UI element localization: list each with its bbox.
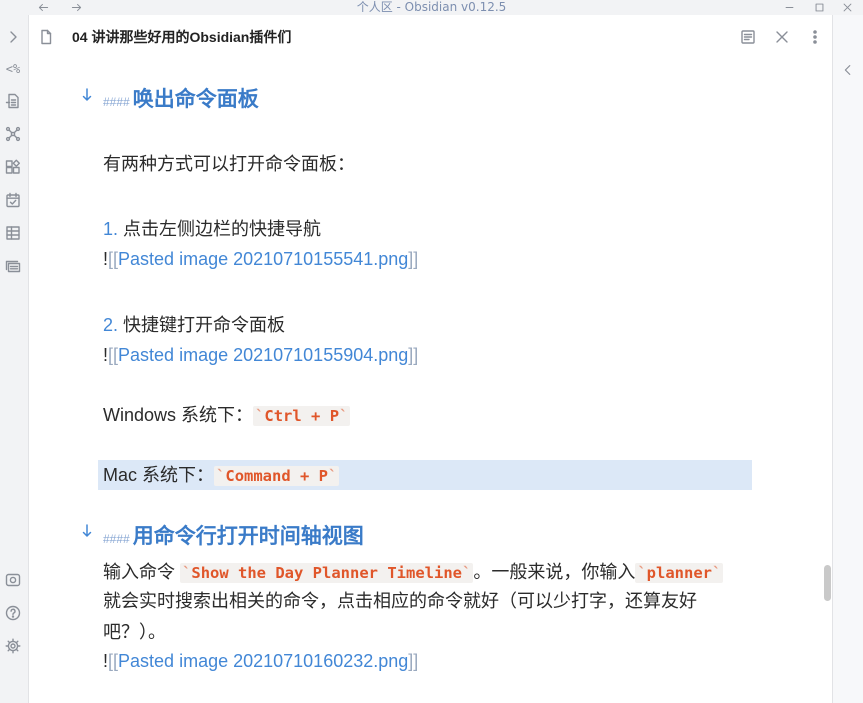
code-text: Command + P	[225, 467, 329, 485]
paragraph-line-3[interactable]: 吧？）。	[103, 617, 166, 647]
view-header: 04 讲讲那些好用的Obsidian插件们	[29, 15, 832, 59]
list-item-1[interactable]: 1. 点击左侧边栏的快捷导航	[103, 214, 321, 244]
image-embed-3[interactable]: ![[Pasted image 20210710160232.png]]	[103, 646, 418, 676]
expand-right-sidebar-icon[interactable]	[841, 63, 855, 77]
title-bar: 个人区 - Obsidian v0.12.5	[0, 0, 863, 15]
code-backtick: `	[182, 564, 192, 582]
open-file-icon[interactable]	[5, 93, 21, 109]
code-backtick: `	[328, 467, 338, 485]
link-close-brackets: ]]	[408, 345, 419, 365]
list-item-text: 点击左侧边栏的快捷导航	[118, 219, 322, 239]
heading-timeline-view[interactable]: #### 用命令行打开时间轴视图	[103, 520, 364, 554]
help-icon[interactable]	[5, 605, 21, 621]
fold-arrow-icon[interactable]	[82, 88, 92, 102]
graph-view-icon[interactable]	[5, 126, 21, 142]
heading-marker: ####	[103, 95, 130, 109]
heading-text: 用命令行打开时间轴视图	[132, 525, 364, 548]
paragraph-intro[interactable]: 有两种方式可以打开命令面板：	[103, 149, 355, 179]
paragraph-line-1[interactable]: 输入命令 `Show the Day Planner Timeline` 。一般来…	[103, 557, 724, 587]
embed-link-target[interactable]: Pasted image 20210710155541.png	[118, 249, 408, 269]
plugins-icon[interactable]	[5, 159, 21, 175]
inline-code: `Command + P`	[214, 466, 340, 486]
more-options-icon[interactable]	[807, 29, 823, 45]
scrollbar-thumb[interactable]	[824, 565, 831, 601]
note-title[interactable]: 04 讲讲那些好用的Obsidian插件们	[72, 15, 291, 59]
code-backtick: `	[712, 564, 722, 582]
code-text: Show the Day Planner Timeline	[191, 564, 462, 582]
mac-shortcut-line[interactable]: Mac 系统下： `Command + P`	[103, 460, 340, 490]
left-ribbon: <%	[0, 15, 29, 703]
image-embed-1[interactable]: ![[Pasted image 20210710155541.png]]	[103, 244, 418, 274]
file-icon	[41, 29, 52, 45]
windows-shortcut-line[interactable]: Windows 系统下： `Ctrl + P`	[103, 400, 351, 430]
inline-code: `planner`	[635, 563, 724, 583]
link-open-brackets: [[	[108, 651, 119, 671]
paragraph-line-2[interactable]: 就会实时搜索出相关的命令，点击相应的命令就好（可以少打字，还算友好	[103, 586, 697, 616]
list-number: 1.	[103, 219, 119, 239]
heading-marker: ####	[103, 532, 130, 546]
templater-icon[interactable]: <%	[1, 61, 25, 77]
reading-view-icon[interactable]	[740, 29, 756, 45]
list-number: 2.	[103, 315, 119, 335]
list-item-2[interactable]: 2. 快捷键打开命令面板	[103, 310, 285, 340]
inline-code: `Show the Day Planner Timeline`	[180, 563, 474, 583]
window-title: 个人区 - Obsidian v0.12.5	[356, 0, 507, 14]
text-run: 。一般来说，你输入	[473, 562, 636, 582]
code-backtick: `	[255, 407, 265, 425]
embed-link-target[interactable]: Pasted image 20210710155904.png	[118, 345, 408, 365]
link-open-brackets: [[	[108, 249, 119, 269]
inline-code: `Ctrl + P`	[253, 406, 351, 426]
line-label: Mac 系统下：	[103, 465, 215, 485]
settings-icon[interactable]	[5, 638, 21, 654]
code-text: Ctrl + P	[264, 407, 340, 425]
code-backtick: `	[216, 467, 226, 485]
link-close-brackets: ]]	[408, 249, 419, 269]
list-item-text: 快捷键打开命令面板	[118, 315, 286, 335]
code-backtick: `	[637, 564, 647, 582]
daily-notes-icon[interactable]	[5, 192, 21, 208]
code-backtick: `	[339, 407, 349, 425]
link-close-brackets: ]]	[408, 651, 419, 671]
maximize-icon[interactable]	[814, 2, 825, 13]
expand-left-sidebar-icon[interactable]	[5, 29, 21, 45]
right-sidebar-collapsed	[832, 15, 863, 703]
heading-command-palette[interactable]: #### 唤出命令面板	[103, 83, 259, 117]
vault-icon[interactable]	[5, 572, 21, 588]
minimize-icon[interactable]	[784, 2, 795, 13]
line-label: Windows 系统下：	[103, 405, 254, 425]
editor-pane: 04 讲讲那些好用的Obsidian插件们 #### 唤出命令面板 有两种方式可以…	[29, 15, 832, 703]
code-text: planner	[646, 564, 712, 582]
code-backtick: `	[461, 564, 472, 582]
image-embed-2[interactable]: ![[Pasted image 20210710155904.png]]	[103, 340, 418, 370]
heading-text: 唤出命令面板	[132, 88, 259, 111]
text-run: 输入命令	[103, 562, 181, 582]
link-open-brackets: [[	[108, 345, 119, 365]
slides-icon[interactable]	[5, 258, 21, 274]
embed-link-target[interactable]: Pasted image 20210710160232.png	[118, 651, 408, 671]
close-icon[interactable]	[842, 2, 853, 13]
table-icon[interactable]	[5, 225, 21, 241]
fold-arrow-icon[interactable]	[82, 524, 92, 538]
close-tab-icon[interactable]	[774, 29, 790, 45]
